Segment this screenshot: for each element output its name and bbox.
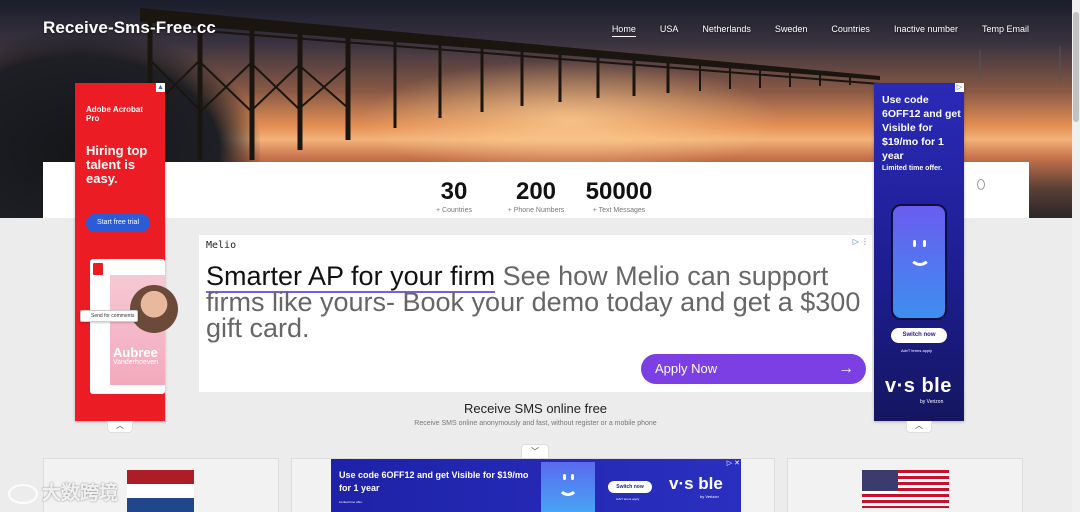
stat-text-messages-label: + Text Messages xyxy=(592,207,646,214)
usa-flag-canton xyxy=(862,470,898,491)
smile-icon xyxy=(558,476,578,496)
page-scrollbar[interactable] xyxy=(1072,0,1080,512)
stat-countries: 30 + Countries xyxy=(433,178,475,214)
smile-icon xyxy=(909,244,931,266)
ad-choices-icon[interactable]: ▷ ✕ xyxy=(727,459,740,467)
adobe-ad-name: Aubree xyxy=(113,345,158,360)
nav-sweden[interactable]: Sweden xyxy=(775,24,808,37)
scrollbar-thumb[interactable] xyxy=(1073,12,1079,122)
verizon-label: by Verizon xyxy=(700,494,719,499)
melio-ad-copy[interactable]: Smarter AP for your firm See how Melio c… xyxy=(206,261,866,342)
visible-ad[interactable]: ▷ Use code 6OFF12 and get Visible for $1… xyxy=(874,83,964,421)
ad-choices-icon[interactable]: ▷ ⋮ xyxy=(853,237,869,246)
ad-choices-icon[interactable]: ▷ xyxy=(955,83,964,92)
visible-ad-cta-button[interactable]: Switch now xyxy=(891,328,947,343)
stat-phone-numbers: 200 + Phone Numbers xyxy=(503,178,569,214)
watermark-logo-icon xyxy=(8,483,38,504)
adobe-ad-document xyxy=(90,259,178,394)
adobe-ad-surname: Vanderhoeven xyxy=(113,359,159,366)
adobe-ad-comments-chip: Send for comments xyxy=(80,310,138,322)
stat-phone-numbers-value: 200 xyxy=(515,178,557,205)
stat-text-messages-value: 50000 xyxy=(585,178,653,205)
watermark: 大数跨境 xyxy=(8,478,118,505)
visible-logo: v·s ble xyxy=(669,474,723,493)
stat-countries-value: 30 xyxy=(440,178,468,205)
netherlands-flag-icon xyxy=(127,470,194,512)
anchor-ad-collapse-button[interactable]: ﹀ xyxy=(521,444,549,458)
stat-countries-label: + Countries xyxy=(436,207,472,214)
anchor-ad-terms: AdvT terms apply xyxy=(616,497,640,501)
melio-ad[interactable]: Melio ▷ ⋮ Smarter AP for your firm See h… xyxy=(199,235,872,392)
phone-illustration xyxy=(541,462,595,512)
adobe-ad[interactable]: ▲ Adobe Acrobat Pro Hiring top talent is… xyxy=(75,83,178,421)
visible-anchor-ad[interactable]: ﹀ Use code 6OFF12 and get Visible for $1… xyxy=(331,444,741,512)
adobe-ad-headline: Hiring top talent is easy. xyxy=(86,143,148,186)
pdf-icon xyxy=(93,263,103,275)
section-subtitle: Receive SMS online anonymously and fast,… xyxy=(414,420,657,427)
site-logo[interactable]: Receive-Sms-Free.cc xyxy=(43,18,216,38)
adobe-ad-cta-button[interactable]: Start free trial xyxy=(86,214,150,232)
melio-ad-advertiser: Melio xyxy=(206,240,237,251)
apply-now-button[interactable]: Apply Now → xyxy=(641,354,866,384)
watermark-text: 大数跨境 xyxy=(42,483,119,504)
stat-text-messages: 50000 + Text Messages xyxy=(578,178,660,214)
nav-home[interactable]: Home xyxy=(611,24,636,37)
right-ad-collapse-button[interactable]: ︿ xyxy=(906,421,932,433)
verizon-label: by Verizon xyxy=(920,399,944,405)
stat-phone-numbers-label: + Phone Numbers xyxy=(507,207,565,214)
circle-icon xyxy=(977,179,985,190)
adobe-ad-portrait xyxy=(130,285,178,333)
arrow-right-icon: → xyxy=(838,360,854,377)
usa-flag-icon xyxy=(862,470,949,508)
nav-netherlands[interactable]: Netherlands xyxy=(702,24,751,37)
apply-now-label: Apply Now xyxy=(655,361,718,376)
nav-temp-email[interactable]: Temp Email xyxy=(982,24,1029,37)
anchor-ad-cta-button[interactable]: Switch now xyxy=(608,481,652,493)
visible-ad-subline: Limited time offer. xyxy=(882,165,943,172)
nav-usa[interactable]: USA xyxy=(660,24,679,37)
phone-illustration xyxy=(891,204,947,320)
visible-ad-terms: AdvT terms apply xyxy=(901,348,933,353)
main-nav: Home USA Netherlands Sweden Countries In… xyxy=(588,24,1029,37)
anchor-ad-subline: Limited time offer. xyxy=(339,500,363,504)
adobe-ad-brand: Adobe Acrobat Pro xyxy=(86,105,144,123)
anchor-ad-headline: Use code 6OFF12 and get Visible for $19/… xyxy=(339,470,529,493)
visible-logo: v·s ble xyxy=(885,375,952,397)
nav-inactive-number[interactable]: Inactive number xyxy=(894,24,958,37)
left-ad-collapse-button[interactable]: ︿ xyxy=(107,421,133,433)
visible-ad-headline: Use code 6OFF12 and get Visible for $19/… xyxy=(882,94,961,162)
nav-countries[interactable]: Countries xyxy=(831,24,870,37)
section-title: Receive SMS online free xyxy=(463,401,608,416)
ad-choices-icon[interactable]: ▲ xyxy=(156,83,165,92)
